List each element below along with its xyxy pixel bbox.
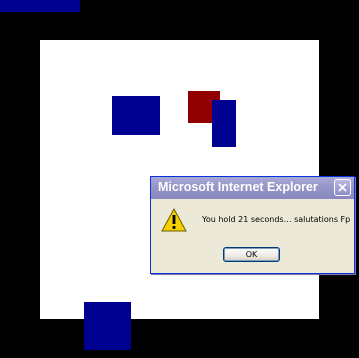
dialog-message: You hold 21 seconds… salutations Fp	[202, 215, 351, 224]
enemy-block-top	[0, 0, 80, 12]
alert-dialog: Microsoft Internet Explorer You hold 21 …	[150, 176, 355, 274]
enemy-block-1	[112, 96, 160, 135]
dialog-title-bar[interactable]: Microsoft Internet Explorer	[151, 177, 354, 199]
warning-icon	[161, 208, 187, 232]
close-icon	[338, 183, 347, 192]
dialog-title: Microsoft Internet Explorer	[158, 180, 318, 194]
enemy-block-3	[84, 302, 131, 350]
enemy-block-2	[212, 100, 236, 147]
ok-button[interactable]: OK	[223, 247, 280, 262]
dialog-body: You hold 21 seconds… salutations Fp OK	[151, 199, 354, 273]
close-button[interactable]	[334, 179, 351, 196]
